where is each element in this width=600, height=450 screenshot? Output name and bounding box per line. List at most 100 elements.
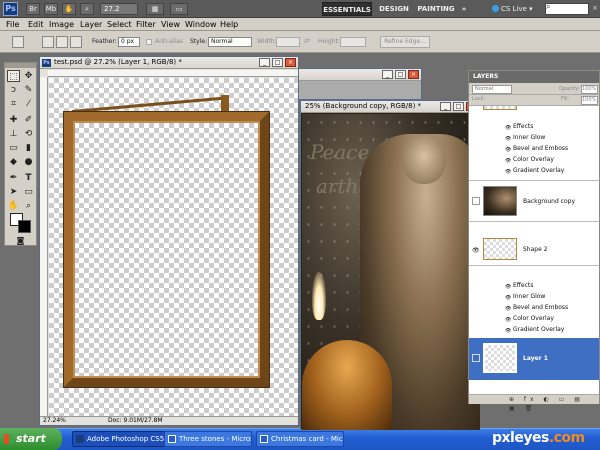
layer-row-layer-1[interactable]: Layer 1 (469, 338, 599, 380)
crop-tool-icon[interactable]: ⌗ (7, 98, 20, 110)
menu-edit[interactable]: Edit (28, 19, 44, 30)
effect-bevel-emboss[interactable]: Bevel and Emboss (513, 145, 568, 152)
effect-eye-icon[interactable]: 👁 (505, 136, 511, 142)
maximize-icon[interactable]: □ (453, 102, 464, 111)
cs-live-menu[interactable]: CS Live ▾ (492, 2, 540, 16)
menu-filter[interactable]: Filter (136, 19, 156, 30)
gradient-tool-icon[interactable]: ▮ (22, 142, 35, 154)
blend-mode-select[interactable]: Normal (472, 85, 512, 94)
workspace-design[interactable]: DESIGN (378, 2, 410, 16)
history-brush-tool-icon[interactable]: ⟲ (22, 128, 35, 140)
marquee-preset-icon[interactable] (12, 36, 24, 48)
horizontal-ruler[interactable] (48, 70, 298, 77)
background-color-swatch[interactable] (18, 220, 31, 233)
effect-eye-icon[interactable]: 👁 (505, 306, 511, 312)
add-selection-icon[interactable] (56, 36, 68, 48)
brush-tool-icon[interactable]: ✐ (22, 114, 35, 126)
effect-gradient-overlay-2[interactable]: Gradient Overlay (513, 326, 564, 333)
minibridge-icon[interactable]: Mb (44, 3, 58, 15)
tools-panel-grip[interactable] (5, 63, 36, 68)
hand-view-icon[interactable]: ✋ (62, 3, 76, 15)
zoom-readout[interactable]: 27.24% (43, 417, 66, 425)
effect-eye-icon[interactable]: 👁 (505, 169, 511, 175)
task-photoshop[interactable]: Adobe Photoshop CS5 (72, 431, 168, 447)
screen-mode-icon[interactable]: ▭ (170, 3, 188, 15)
effect-gradient-overlay[interactable]: Gradient Overlay (513, 167, 564, 174)
antialias-checkbox[interactable] (146, 39, 152, 45)
bridge-icon[interactable]: Br (26, 3, 40, 15)
feather-input[interactable]: 0 px (118, 37, 140, 47)
maximize-icon[interactable]: □ (395, 70, 406, 79)
effect-inner-glow-2[interactable]: Inner Glow (513, 293, 545, 300)
document-window-back[interactable]: _ □ × (292, 68, 422, 100)
close-icon[interactable]: × (408, 70, 419, 79)
layers-panel-title[interactable]: LAYERS (469, 71, 599, 83)
effect-inner-glow[interactable]: Inner Glow (513, 134, 545, 141)
healing-brush-tool-icon[interactable]: ✚ (7, 114, 20, 126)
menu-image[interactable]: Image (49, 19, 74, 30)
effects-label-2[interactable]: Effects (505, 282, 533, 289)
effect-bevel-emboss-2[interactable]: Bevel and Emboss (513, 304, 568, 311)
close-icon[interactable]: × (285, 58, 296, 67)
clone-stamp-tool-icon[interactable]: ⊥ (7, 128, 20, 140)
effect-eye-icon[interactable]: 👁 (505, 158, 511, 164)
minimize-icon[interactable]: _ (382, 70, 393, 79)
effects-label[interactable]: Effects (505, 123, 533, 130)
layer-row-shape-2[interactable]: 👁 Shape 2 (469, 236, 599, 266)
menu-view[interactable]: View (161, 19, 180, 30)
style-select[interactable]: Normal (208, 37, 252, 47)
dodge-tool-icon[interactable]: ● (22, 156, 35, 168)
maximize-icon[interactable]: □ (272, 58, 283, 67)
visibility-toggle[interactable] (472, 197, 480, 205)
refine-edge-button[interactable]: Refine Edge... (380, 36, 430, 48)
quick-select-tool-icon[interactable]: ✎ (22, 84, 35, 96)
height-input[interactable] (340, 37, 366, 47)
madonna-candle-image[interactable]: Peace arth (302, 114, 480, 430)
zoom-level-select[interactable]: 27.2 (100, 3, 138, 15)
layer-row-background-copy[interactable]: Background copy (469, 180, 599, 222)
effect-color-overlay[interactable]: Color Overlay (513, 156, 554, 163)
minimize-icon[interactable]: _ (440, 102, 451, 111)
doc-size-readout[interactable]: Doc: 9.01M/27.8M (108, 417, 163, 425)
eyedropper-tool-icon[interactable]: ⁄ (22, 98, 35, 110)
hand-tool-icon[interactable]: ✋ (7, 200, 20, 212)
new-selection-icon[interactable] (42, 36, 54, 48)
move-tool-icon[interactable]: ✥ (22, 70, 35, 82)
eye-icon[interactable]: 👁 (472, 246, 480, 256)
eraser-tool-icon[interactable]: ▭ (7, 142, 20, 154)
blur-tool-icon[interactable]: ◆ (7, 156, 20, 168)
task-three-stones[interactable]: Three stones - Micros... (164, 431, 252, 447)
lasso-tool-icon[interactable]: ↄ (7, 84, 20, 96)
task-christmas-card[interactable]: Christmas card - Micr... (256, 431, 344, 447)
subtract-selection-icon[interactable] (70, 36, 82, 48)
rect-marquee-tool-icon[interactable]: ⬚ (7, 70, 20, 82)
quick-mask-icon[interactable]: ◙ (14, 235, 27, 247)
vertical-ruler[interactable] (40, 77, 48, 419)
menu-select[interactable]: Select (107, 19, 132, 30)
swap-dimensions-icon[interactable]: ⇄ (304, 37, 310, 45)
minimize-icon[interactable]: _ (259, 58, 270, 67)
effect-eye-icon[interactable]: 👁 (505, 295, 511, 301)
effect-eye-icon[interactable]: 👁 (505, 328, 511, 334)
zoom-tool-icon[interactable]: ⌕ (22, 200, 35, 212)
type-tool-icon[interactable]: T (22, 172, 35, 184)
workspace-more-icon[interactable]: » (458, 2, 470, 16)
workspace-painting[interactable]: PAINTING (416, 2, 456, 16)
effect-color-overlay-2[interactable]: Color Overlay (513, 315, 554, 322)
menu-help[interactable]: Help (220, 19, 238, 30)
arrange-docs-icon[interactable]: ▦ (146, 3, 164, 15)
shape-tool-icon[interactable]: ▭ (22, 186, 35, 198)
menu-layer[interactable]: Layer (80, 19, 102, 30)
menu-window[interactable]: Window (185, 19, 217, 30)
path-select-tool-icon[interactable]: ➤ (7, 186, 20, 198)
width-input[interactable] (276, 37, 300, 47)
effect-eye-icon[interactable]: 👁 (505, 317, 511, 323)
opacity-input[interactable]: 100% (581, 85, 598, 94)
visibility-toggle[interactable] (472, 354, 480, 362)
workspace-essentials[interactable]: ESSENTIALS (322, 2, 372, 16)
pen-tool-icon[interactable]: ✒ (7, 172, 20, 184)
wooden-frame-shape[interactable] (64, 112, 269, 387)
help-search-input[interactable] (545, 3, 589, 15)
menu-file[interactable]: File (6, 19, 19, 30)
effect-eye-icon[interactable]: 👁 (505, 147, 511, 153)
